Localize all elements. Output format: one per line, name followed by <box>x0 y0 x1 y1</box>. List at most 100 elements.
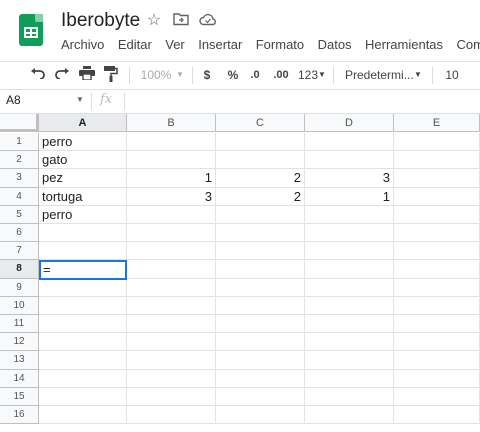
cell-e9[interactable] <box>394 278 480 297</box>
row-header-3[interactable]: 3 <box>0 169 39 188</box>
menu-archivo[interactable]: Archivo <box>61 36 104 54</box>
redo-icon[interactable] <box>53 66 71 84</box>
column-header-d[interactable]: D <box>305 114 394 132</box>
row-header-2[interactable]: 2 <box>0 151 39 170</box>
cell-d3[interactable]: 3 <box>305 169 394 188</box>
row-header-11[interactable]: 11 <box>0 315 39 334</box>
row-header-15[interactable]: 15 <box>0 387 39 406</box>
cell-c2[interactable] <box>216 151 305 170</box>
cell-c3[interactable]: 2 <box>216 169 305 188</box>
cell-b10[interactable] <box>127 296 216 315</box>
zoom-select[interactable]: 100% <box>136 66 176 84</box>
cloud-saved-icon[interactable] <box>199 12 217 30</box>
cell-e3[interactable] <box>394 169 480 188</box>
cell-d15[interactable] <box>305 387 394 406</box>
row-header-16[interactable]: 16 <box>0 406 39 425</box>
cell-e13[interactable] <box>394 351 480 370</box>
cell-c4[interactable]: 2 <box>216 187 305 206</box>
cell-d1[interactable] <box>305 133 394 152</box>
cell-e2[interactable] <box>394 151 480 170</box>
cell-e11[interactable] <box>394 315 480 334</box>
cell-a10[interactable] <box>39 296 127 315</box>
cell-a9[interactable] <box>39 278 127 297</box>
increase-decimals-button[interactable]: .00 <box>270 66 292 84</box>
cell-e12[interactable] <box>394 333 480 352</box>
row-header-9[interactable]: 9 <box>0 278 39 297</box>
cell-c12[interactable] <box>216 333 305 352</box>
row-header-1[interactable]: 1 <box>0 133 39 152</box>
paint-format-icon[interactable] <box>102 66 120 84</box>
cell-d16[interactable] <box>305 406 394 425</box>
column-header-c[interactable]: C <box>216 114 305 132</box>
cell-d5[interactable] <box>305 205 394 224</box>
cell-b12[interactable] <box>127 333 216 352</box>
cell-c8[interactable] <box>216 260 305 279</box>
cell-e1[interactable] <box>394 133 480 152</box>
cell-b6[interactable] <box>127 224 216 243</box>
cell-e6[interactable] <box>394 224 480 243</box>
cell-a1[interactable]: perro <box>39 133 127 152</box>
cell-a15[interactable] <box>39 387 127 406</box>
chevron-down-icon[interactable]: ▼ <box>76 95 84 104</box>
cell-c6[interactable] <box>216 224 305 243</box>
cell-a11[interactable] <box>39 315 127 334</box>
name-box[interactable]: A8 <box>6 93 21 107</box>
cell-a12[interactable] <box>39 333 127 352</box>
column-header-b[interactable]: B <box>127 114 216 132</box>
cell-e4[interactable] <box>394 187 480 206</box>
cell-c13[interactable] <box>216 351 305 370</box>
row-header-14[interactable]: 14 <box>0 369 39 388</box>
cell-d13[interactable] <box>305 351 394 370</box>
cell-c7[interactable] <box>216 242 305 261</box>
cell-e7[interactable] <box>394 242 480 261</box>
chevron-down-icon[interactable]: ▼ <box>318 66 326 84</box>
row-header-13[interactable]: 13 <box>0 351 39 370</box>
cell-c15[interactable] <box>216 387 305 406</box>
cell-c9[interactable] <box>216 278 305 297</box>
cell-d14[interactable] <box>305 369 394 388</box>
chevron-down-icon[interactable]: ▼ <box>413 66 423 84</box>
cell-b4[interactable]: 3 <box>127 187 216 206</box>
row-header-4[interactable]: 4 <box>0 187 39 206</box>
row-header-5[interactable]: 5 <box>0 205 39 224</box>
cell-c11[interactable] <box>216 315 305 334</box>
cell-d9[interactable] <box>305 278 394 297</box>
cell-b11[interactable] <box>127 315 216 334</box>
menu-formato[interactable]: Formato <box>256 36 304 54</box>
cell-e8[interactable] <box>394 260 480 279</box>
cell-b7[interactable] <box>127 242 216 261</box>
cell-d4[interactable]: 1 <box>305 187 394 206</box>
cell-b16[interactable] <box>127 406 216 425</box>
menu-ver[interactable]: Ver <box>165 36 185 54</box>
star-icon[interactable]: ☆ <box>145 12 163 30</box>
cell-c1[interactable] <box>216 133 305 152</box>
cell-b14[interactable] <box>127 369 216 388</box>
active-cell-editor[interactable]: = <box>39 260 127 280</box>
cell-b8[interactable] <box>127 260 216 279</box>
cell-c10[interactable] <box>216 296 305 315</box>
move-to-folder-icon[interactable] <box>172 12 190 30</box>
cell-a16[interactable] <box>39 406 127 425</box>
cell-a2[interactable]: gato <box>39 151 127 170</box>
cell-a3[interactable]: pez <box>39 169 127 188</box>
cell-b1[interactable] <box>127 133 216 152</box>
cell-b13[interactable] <box>127 351 216 370</box>
cell-b2[interactable] <box>127 151 216 170</box>
cell-d11[interactable] <box>305 315 394 334</box>
cell-c5[interactable] <box>216 205 305 224</box>
undo-icon[interactable] <box>29 66 47 84</box>
cell-d7[interactable] <box>305 242 394 261</box>
menu-datos[interactable]: Datos <box>318 36 352 54</box>
cell-b3[interactable]: 1 <box>127 169 216 188</box>
cell-b5[interactable] <box>127 205 216 224</box>
row-header-10[interactable]: 10 <box>0 296 39 315</box>
cell-e10[interactable] <box>394 296 480 315</box>
cell-d2[interactable] <box>305 151 394 170</box>
cell-a7[interactable] <box>39 242 127 261</box>
decrease-decimals-button[interactable]: .0 <box>247 66 263 84</box>
cell-b9[interactable] <box>127 278 216 297</box>
cell-d12[interactable] <box>305 333 394 352</box>
select-all-corner[interactable] <box>0 114 39 132</box>
cell-a6[interactable] <box>39 224 127 243</box>
cell-a4[interactable]: tortuga <box>39 187 127 206</box>
